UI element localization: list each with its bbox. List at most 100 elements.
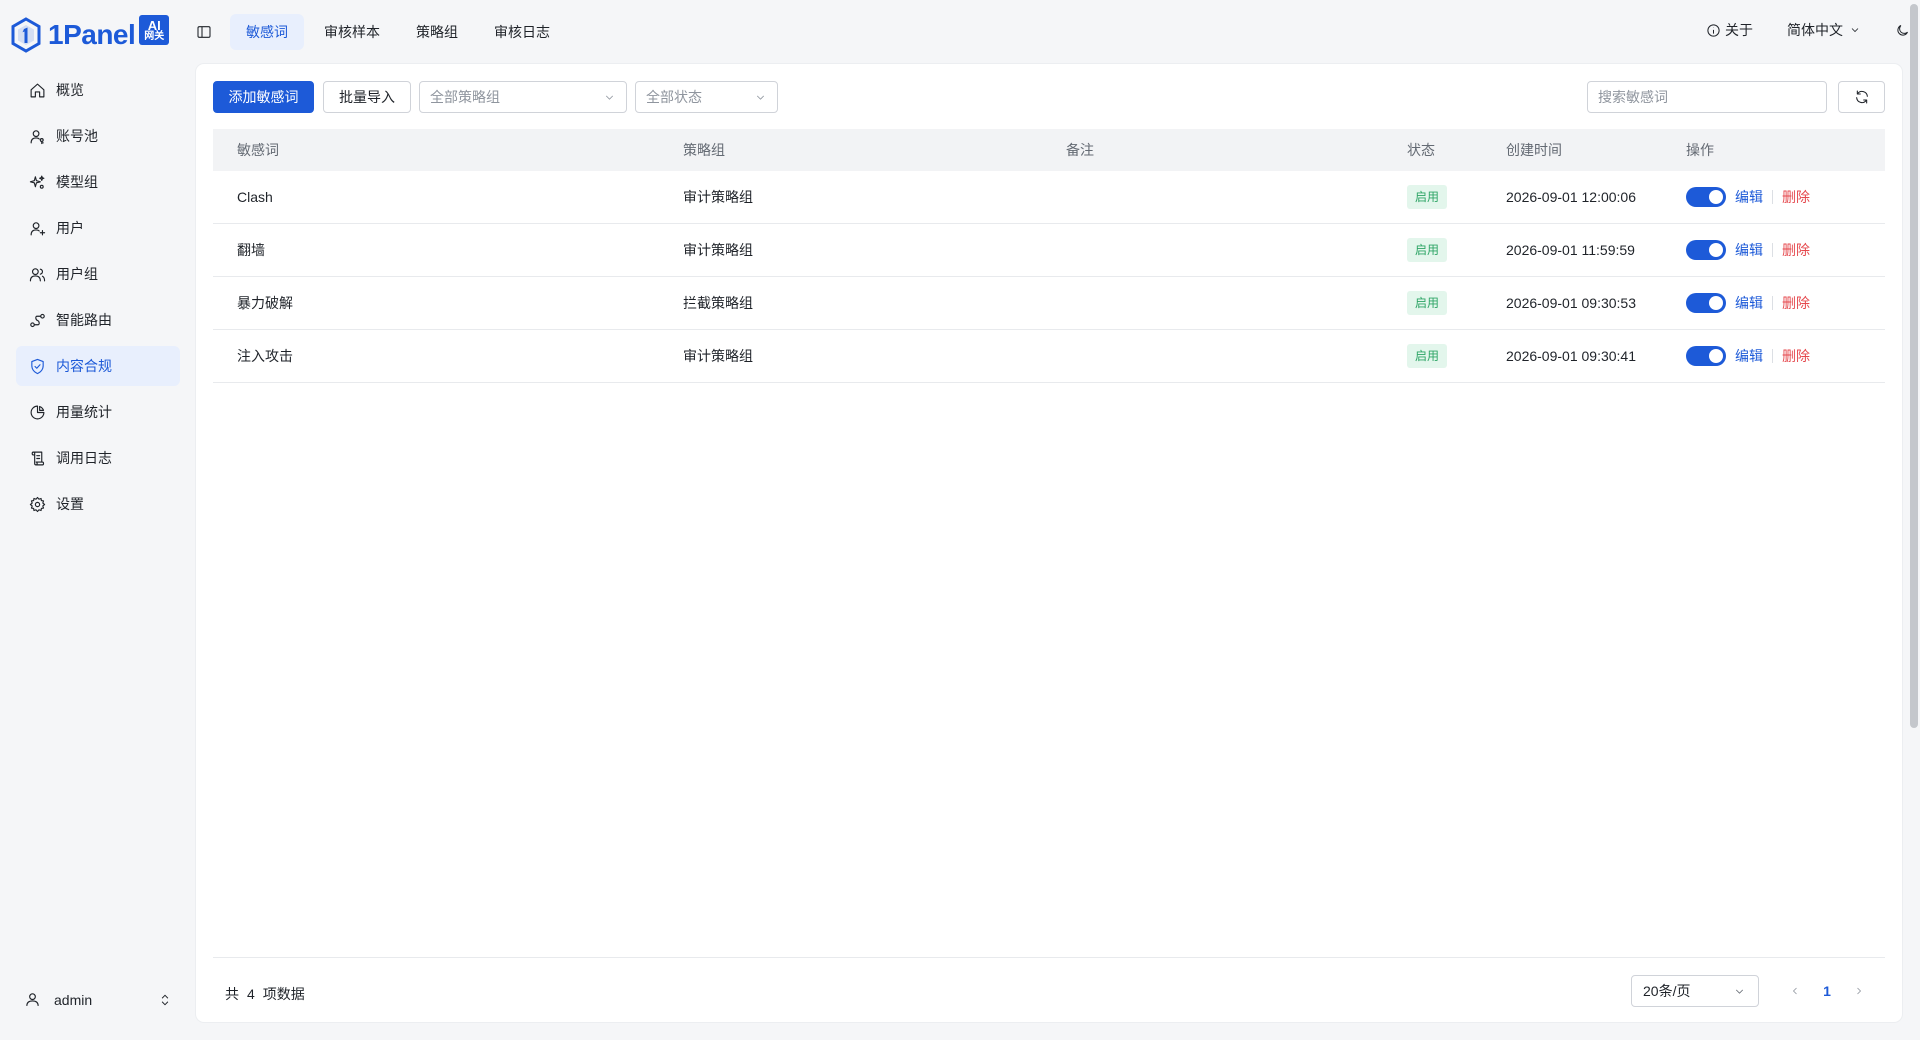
edit-link[interactable]: 编辑 xyxy=(1735,187,1763,207)
sidebar-item-smart-routing[interactable]: 智能路由 xyxy=(16,300,180,340)
status-select[interactable]: 全部状态 xyxy=(635,81,778,113)
page-scrollbar[interactable] xyxy=(1908,0,1920,1040)
pagination: 1 xyxy=(1779,975,1875,1007)
divider xyxy=(1772,243,1773,257)
cell-word: 翻墙 xyxy=(237,242,265,258)
panel-left-icon xyxy=(197,26,211,38)
pie-chart-icon xyxy=(28,403,46,421)
edit-link[interactable]: 编辑 xyxy=(1735,240,1763,260)
sidebar: 1Panel AI 网关 概览 账号池 模型组 用户 用户组 智能路由 内容合规… xyxy=(0,0,196,1040)
chevron-down-icon xyxy=(754,91,767,104)
status-badge: 启用 xyxy=(1407,344,1448,368)
status-select-value: 全部状态 xyxy=(646,89,702,105)
cell-actions: 编辑 删除 xyxy=(1686,346,1885,366)
page-number[interactable]: 1 xyxy=(1811,975,1843,1007)
cell-policy-group: 审计策略组 xyxy=(683,189,753,205)
shield-check-icon xyxy=(28,357,46,375)
search-input[interactable] xyxy=(1587,81,1827,113)
sidebar-item-label: 模型组 xyxy=(56,174,98,190)
sidebar-item-user-groups[interactable]: 用户组 xyxy=(16,254,180,294)
tab-audit-logs[interactable]: 审核日志 xyxy=(478,14,566,50)
cell-policy-group: 拦截策略组 xyxy=(683,295,753,311)
column-header-status: 状态 xyxy=(1407,142,1435,158)
edit-link[interactable]: 编辑 xyxy=(1735,346,1763,366)
table-row: Clash 审计策略组 启用 2026-09-01 12:00:06 编辑 删除 xyxy=(213,171,1885,224)
total-count: 共 4 项数据 xyxy=(225,984,305,1004)
table-footer: 共 4 项数据 20条/页 1 xyxy=(213,957,1885,1021)
user-menu[interactable]: admin xyxy=(16,980,180,1020)
language-label: 简体中文 xyxy=(1787,22,1843,38)
status-badge: 启用 xyxy=(1407,291,1448,315)
sidebar-item-account-pool[interactable]: 账号池 xyxy=(16,116,180,156)
sidebar-item-label: 概览 xyxy=(56,82,84,98)
enable-switch[interactable] xyxy=(1686,240,1726,260)
edit-link[interactable]: 编辑 xyxy=(1735,293,1763,313)
app-logo[interactable]: 1Panel AI 网关 xyxy=(10,14,170,56)
table-row: 注入攻击 审计策略组 启用 2026-09-01 09:30:41 编辑 删除 xyxy=(213,330,1885,383)
table-row: 翻墙 审计策略组 启用 2026-09-01 11:59:59 编辑 删除 xyxy=(213,224,1885,277)
total-prefix: 共 xyxy=(225,986,239,1002)
column-header-actions: 操作 xyxy=(1686,142,1714,158)
total-suffix: 项数据 xyxy=(262,986,305,1002)
chevron-down-icon xyxy=(1851,28,1859,33)
enable-switch[interactable] xyxy=(1686,293,1726,313)
column-header-policy-group: 策略组 xyxy=(683,142,725,158)
user-plus-icon xyxy=(28,219,46,237)
chevrons-up-down-icon xyxy=(158,993,172,1007)
cell-status: 启用 xyxy=(1407,344,1506,368)
delete-link[interactable]: 删除 xyxy=(1782,187,1810,207)
delete-link[interactable]: 删除 xyxy=(1782,293,1810,313)
sidebar-item-content-compliance[interactable]: 内容合规 xyxy=(16,346,180,386)
cell-actions: 编辑 删除 xyxy=(1686,187,1885,207)
sidebar-item-model-group[interactable]: 模型组 xyxy=(16,162,180,202)
cell-created: 2026-09-01 12:00:06 xyxy=(1506,189,1636,205)
prev-page-button[interactable] xyxy=(1779,975,1811,1007)
username: admin xyxy=(54,992,93,1008)
refresh-icon xyxy=(1855,90,1868,104)
divider xyxy=(1772,190,1773,204)
sidebar-item-label: 内容合规 xyxy=(56,358,112,374)
policy-group-select[interactable]: 全部策略组 xyxy=(419,81,627,113)
table-row: 暴力破解 拦截策略组 启用 2026-09-01 09:30:53 编辑 删除 xyxy=(213,277,1885,330)
refresh-button[interactable] xyxy=(1838,81,1885,113)
cell-policy-group: 审计策略组 xyxy=(683,242,753,258)
divider xyxy=(1772,296,1773,310)
home-icon xyxy=(28,81,46,99)
delete-link[interactable]: 删除 xyxy=(1782,346,1810,366)
about-button[interactable]: 关于 xyxy=(1706,20,1753,40)
info-icon xyxy=(1707,23,1720,37)
about-label: 关于 xyxy=(1725,22,1753,38)
sidebar-toggle-button[interactable] xyxy=(196,24,214,42)
logo-badge-line1: AI xyxy=(147,17,161,33)
batch-import-button[interactable]: 批量导入 xyxy=(323,81,411,113)
sidebar-nav: 概览 账号池 模型组 用户 用户组 智能路由 内容合规 用量统计 调用日志 设置 xyxy=(16,70,180,530)
page-size-select[interactable]: 20条/页 xyxy=(1631,975,1759,1007)
chevron-down-icon xyxy=(603,91,616,104)
scroll-icon xyxy=(28,449,46,467)
tab-sensitive-words[interactable]: 敏感词 xyxy=(230,14,304,50)
cell-status: 启用 xyxy=(1407,291,1506,315)
sidebar-item-users[interactable]: 用户 xyxy=(16,208,180,248)
language-select[interactable]: 简体中文 xyxy=(1787,20,1861,40)
cell-status: 启用 xyxy=(1407,238,1506,262)
cell-actions: 编辑 删除 xyxy=(1686,293,1885,313)
next-page-button[interactable] xyxy=(1843,975,1875,1007)
chevron-down-icon xyxy=(1733,985,1746,1001)
sidebar-item-label: 设置 xyxy=(56,496,84,512)
tab-audit-samples[interactable]: 审核样本 xyxy=(308,14,396,50)
tab-policy-groups[interactable]: 策略组 xyxy=(400,14,474,50)
toolbar: 添加敏感词 批量导入 全部策略组 全部状态 xyxy=(213,81,1885,113)
sidebar-item-usage-stats[interactable]: 用量统计 xyxy=(16,392,180,432)
scrollbar-thumb[interactable] xyxy=(1910,4,1918,728)
users-icon xyxy=(28,265,46,283)
add-sensitive-word-button[interactable]: 添加敏感词 xyxy=(213,81,314,113)
delete-link[interactable]: 删除 xyxy=(1782,240,1810,260)
divider xyxy=(1772,349,1773,363)
chevron-left-icon xyxy=(1792,987,1797,995)
enable-switch[interactable] xyxy=(1686,346,1726,366)
enable-switch[interactable] xyxy=(1686,187,1726,207)
sidebar-item-label: 账号池 xyxy=(56,128,98,144)
sidebar-item-overview[interactable]: 概览 xyxy=(16,70,180,110)
sidebar-item-call-logs[interactable]: 调用日志 xyxy=(16,438,180,478)
sidebar-item-settings[interactable]: 设置 xyxy=(16,484,180,524)
